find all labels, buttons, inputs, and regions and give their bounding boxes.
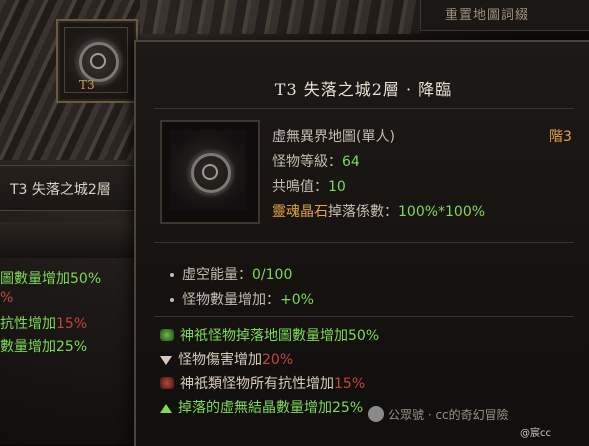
left-affix-line: 圖數量增加50% <box>0 271 102 287</box>
reset-affix-label: 重置地圖詞綴 <box>445 8 530 23</box>
map-item-icon-frame <box>160 120 260 224</box>
map-slot[interactable]: T3 <box>56 19 138 103</box>
void-energy-stat: 虛空能量：0/100 <box>170 264 292 284</box>
map-gear-icon <box>191 153 231 193</box>
watermark: 公眾號 · cc的奇幻冒險 <box>368 406 509 423</box>
left-divider <box>0 222 134 258</box>
reset-affix-button[interactable]: 重置地圖詞綴 <box>420 0 589 31</box>
left-affix-line: 抗性增加15% <box>0 316 88 332</box>
slot-tier-label: T3 <box>79 78 95 92</box>
monster-level: 怪物等級：64 <box>272 154 360 170</box>
rock-texture-top <box>140 0 420 34</box>
drop-coefficient: 靈魂晶石掉落係數：100%*100% <box>272 204 486 220</box>
red-shield-icon <box>160 377 174 389</box>
resonance: 共鳴值：10 <box>272 179 346 195</box>
affix-line: 掉落的虛無結晶數量增加25% <box>160 397 363 417</box>
tooltip-title: T3 失落之城2層 · 降臨 <box>274 80 453 99</box>
affix-line: 神祇怪物掉落地圖數量增加50% <box>160 325 379 345</box>
tooltip-divider <box>154 242 574 243</box>
left-affix-line: % <box>0 290 14 306</box>
green-shield-icon <box>160 329 174 341</box>
corner-watermark: @宸cc <box>520 428 551 439</box>
affix-line: 怪物傷害增加20% <box>160 349 293 369</box>
map-tooltip: T3 失落之城2層 · 降臨 虛無異界地圖(單人) 階3 怪物等級：64 共鳴值… <box>134 40 589 446</box>
tooltip-divider <box>154 108 574 109</box>
up-triangle-icon <box>160 404 172 413</box>
down-triangle-icon <box>160 356 172 365</box>
map-slot-frame: T3 <box>64 27 128 93</box>
bullet-icon <box>170 298 174 302</box>
left-affix-line: 數量增加25% <box>0 339 88 355</box>
map-item-icon-bg <box>170 130 246 210</box>
bullet-icon <box>170 273 174 277</box>
affix-line: 神祇類怪物所有抗性增加15% <box>160 373 365 393</box>
monster-count-stat: 怪物數量增加：+0% <box>170 289 314 309</box>
tooltip-divider <box>154 316 574 317</box>
map-gear-icon <box>79 42 119 82</box>
left-map-header[interactable]: T3 失落之城2層 <box>0 165 134 211</box>
left-map-title: T3 失落之城2層 <box>10 182 111 198</box>
item-type: 虛無異界地圖(單人) <box>272 129 395 145</box>
wechat-icon <box>368 406 384 422</box>
tier-label: 階3 <box>549 129 572 145</box>
